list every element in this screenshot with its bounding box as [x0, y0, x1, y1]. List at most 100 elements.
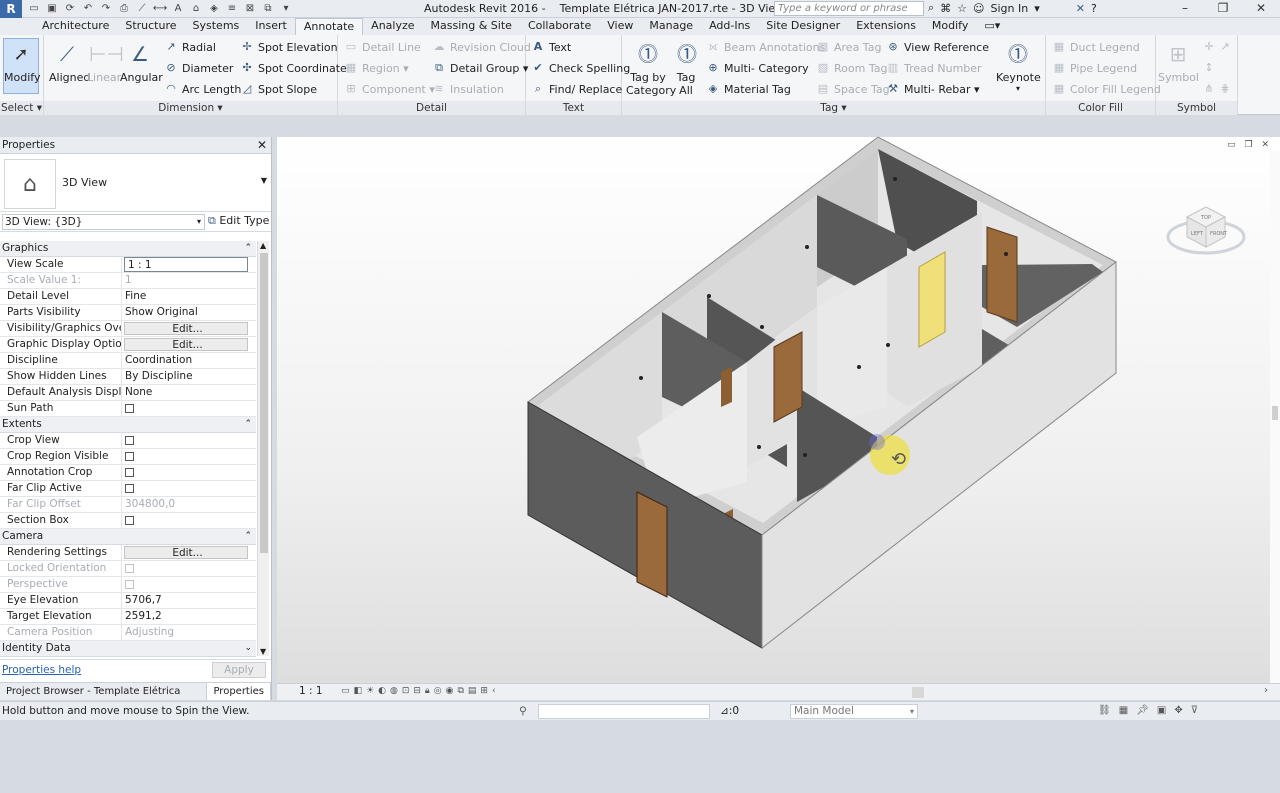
- area-tag-button[interactable]: ▨ Area Tag: [816, 40, 882, 54]
- undo-icon[interactable]: ↶: [80, 2, 96, 16]
- tab-project-browser[interactable]: Project Browser - Template Elétrica JAN-…: [0, 683, 208, 714]
- tab-add-ins[interactable]: Add-Ins: [701, 18, 758, 35]
- dimension-panel-label[interactable]: Dimension ▾: [44, 101, 337, 115]
- multi-rebar-button[interactable]: ⚒ Multi- Rebar ▾: [886, 82, 979, 96]
- maximize-icon[interactable]: ❐: [1204, 0, 1242, 18]
- property-group-header[interactable]: Identity Data ⌄: [0, 641, 256, 657]
- worksharing-icon[interactable]: ⚲: [519, 705, 527, 717]
- tab-massing-site[interactable]: Massing & Site: [423, 18, 520, 35]
- select-panel-label[interactable]: Select ▾: [0, 101, 43, 115]
- measure-icon[interactable]: ⟋: [134, 2, 150, 16]
- property-group-header[interactable]: Graphics ⌃: [0, 241, 256, 257]
- switch-windows-icon[interactable]: ⧉: [260, 2, 276, 16]
- space-tag-button[interactable]: ▤ Space Tag: [816, 82, 890, 96]
- select-pinned-icon[interactable]: 📌︎: [1136, 705, 1149, 716]
- chevron-down-icon[interactable]: ▾: [1034, 2, 1040, 15]
- text-icon[interactable]: A: [170, 2, 186, 16]
- collapse-icon[interactable]: ⌄: [244, 641, 252, 656]
- visual-style-icon[interactable]: ◧: [354, 686, 363, 696]
- spot-slope-button[interactable]: ◿ Spot Slope: [240, 82, 317, 96]
- sign-in-button[interactable]: Sign In: [991, 2, 1029, 15]
- view-scale-button[interactable]: 1 : 1: [299, 685, 323, 697]
- tab-site-designer[interactable]: Site Designer: [758, 18, 848, 35]
- properties-scrollbar[interactable]: ▲ ▼: [257, 241, 269, 656]
- tag-all-button[interactable]: ⓵ Tag All: [672, 39, 700, 97]
- minimize-icon[interactable]: –: [1166, 0, 1204, 18]
- span-direction-icon[interactable]: ✛: [1202, 40, 1216, 54]
- symbol-button[interactable]: ⊞ Symbol: [1158, 39, 1199, 84]
- region-button[interactable]: ▦ Region ▾: [344, 61, 409, 75]
- property-value[interactable]: 5706,7: [122, 593, 256, 608]
- edit-button[interactable]: Edit...: [124, 322, 248, 335]
- section-icon[interactable]: ◈: [206, 2, 222, 16]
- check-spelling-button[interactable]: ✔ Check Spelling: [531, 61, 630, 75]
- spot-elevation-button[interactable]: ✢ Spot Elevation: [240, 40, 337, 54]
- qat-dropdown-icon[interactable]: ▾: [278, 2, 294, 16]
- crop-region-icon[interactable]: ⊟: [413, 686, 421, 696]
- lock-view-icon[interactable]: 🔒︎: [425, 686, 430, 696]
- close-icon[interactable]: ✕: [257, 137, 267, 153]
- tab-collaborate[interactable]: Collaborate: [520, 18, 599, 35]
- view-reference-button[interactable]: ⊛ View Reference: [886, 40, 989, 54]
- pipe-legend-button[interactable]: ▦ Pipe Legend: [1052, 61, 1137, 75]
- filter-selection-icon[interactable]: ⊽: [1191, 705, 1198, 716]
- temporary-view-properties-icon[interactable]: ⧉: [457, 686, 463, 696]
- revit-logo-icon[interactable]: R: [0, 0, 22, 18]
- tag-by-category-button[interactable]: ⓵ Tag by Category: [626, 39, 676, 97]
- checkbox[interactable]: [125, 436, 134, 445]
- path-reinforcement-icon[interactable]: ⋕: [1218, 82, 1232, 96]
- help-button[interactable]: ?: [1091, 2, 1097, 15]
- instance-selector[interactable]: 3D View: {3D} ▾: [2, 214, 205, 230]
- property-value[interactable]: None: [122, 385, 256, 400]
- edit-type-button[interactable]: ⧉ Edit Type: [208, 214, 269, 228]
- collapse-icon[interactable]: ⌃: [244, 529, 252, 544]
- tab-systems[interactable]: Systems: [185, 18, 248, 35]
- view-scale-field[interactable]: 1 : 1: [124, 257, 248, 272]
- area-reinforcement-icon[interactable]: ⋔: [1202, 82, 1216, 96]
- scroll-up-icon[interactable]: ▲: [260, 241, 266, 250]
- tab-structure[interactable]: Structure: [117, 18, 184, 35]
- favorites-icon[interactable]: ☆: [957, 2, 967, 15]
- default-3d-view-icon[interactable]: ⌂: [188, 2, 204, 16]
- text-button[interactable]: A Text: [531, 40, 572, 54]
- radial-button[interactable]: ↗ Radial: [164, 40, 216, 54]
- checkbox[interactable]: [125, 452, 134, 461]
- binoculars-icon[interactable]: ⌕: [928, 1, 934, 15]
- component-button[interactable]: ⊞ Component ▾: [344, 82, 435, 96]
- main-model-selector[interactable]: Main Model ▾: [790, 704, 918, 719]
- tab-annotate[interactable]: Annotate: [294, 18, 364, 35]
- exchange-icon[interactable]: ✕: [1076, 2, 1085, 15]
- material-tag-button[interactable]: ◈ Material Tag: [706, 82, 791, 96]
- diameter-button[interactable]: ⊘ Diameter: [164, 61, 233, 75]
- filter-icon[interactable]: ⊿: [720, 705, 729, 717]
- tab-view[interactable]: View: [599, 18, 641, 35]
- print-icon[interactable]: ⎙: [116, 2, 132, 16]
- save-icon[interactable]: ▣: [44, 2, 60, 16]
- temporary-hide-icon[interactable]: ◎: [434, 686, 442, 696]
- scroll-right-icon[interactable]: ›: [1264, 685, 1268, 696]
- scroll-down-icon[interactable]: ▼: [260, 647, 266, 656]
- search-input[interactable]: Type a keyword or phrase: [774, 1, 924, 16]
- select-underlay-icon[interactable]: ▦: [1119, 705, 1128, 716]
- close-hidden-icon[interactable]: ⊠: [242, 2, 258, 16]
- analysis-display-icon[interactable]: ▤: [468, 686, 477, 696]
- tab-manage[interactable]: Manage: [641, 18, 701, 35]
- edit-button[interactable]: Edit...: [124, 546, 248, 559]
- select-links-icon[interactable]: ⛓: [1098, 705, 1111, 716]
- shadows-icon[interactable]: ◐: [378, 686, 386, 696]
- text-panel-label[interactable]: Text: [526, 101, 621, 115]
- scrollbar-thumb[interactable]: [1272, 406, 1278, 420]
- property-value[interactable]: Coordination: [122, 353, 256, 368]
- spot-coordinate-button[interactable]: ✣ Spot Coordinate: [240, 61, 346, 75]
- reveal-hidden-icon[interactable]: ◉: [446, 686, 454, 696]
- tab-extensions[interactable]: Extensions: [848, 18, 924, 35]
- detail-line-button[interactable]: ▭ Detail Line: [344, 40, 421, 54]
- select-by-face-icon[interactable]: ▣: [1157, 705, 1166, 716]
- dimension-icon[interactable]: ⟷: [152, 2, 168, 16]
- linear-dimension-button[interactable]: ⊢⊣ Linear: [86, 39, 124, 84]
- checkbox[interactable]: [125, 516, 134, 525]
- render-icon[interactable]: ◍: [390, 686, 398, 696]
- checkbox[interactable]: [125, 468, 134, 477]
- tab-insert[interactable]: Insert: [247, 18, 295, 35]
- viewcube[interactable]: TOP LEFT FRONT: [1165, 185, 1247, 267]
